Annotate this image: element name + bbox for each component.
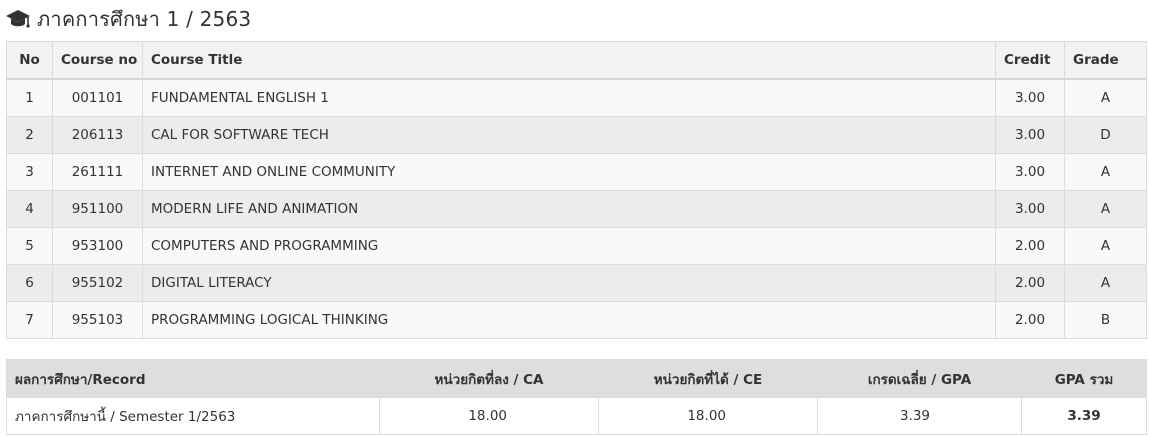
summary-gpa-total-value: 3.39 [1021,397,1147,435]
graduation-cap-icon [6,10,30,28]
column-header-course-no: Course no [52,41,143,80]
table-row: 5 953100 COMPUTERS AND PROGRAMMING 2.00 … [6,227,1147,265]
cell-course-no: 261111 [52,153,143,191]
summary-header-row: ผลการศึกษา/Record หน่วยกิตที่ลง / CA หน่… [6,359,1147,398]
summary-ca-value: 18.00 [379,397,599,435]
column-header-no: No [6,41,53,80]
cell-grade: B [1064,301,1147,339]
cell-grade: A [1064,264,1147,302]
table-row: 1 001101 FUNDAMENTAL ENGLISH 1 3.00 A [6,78,1147,117]
table-row: 3 261111 INTERNET AND ONLINE COMMUNITY 3… [6,153,1147,191]
table-row: 7 955103 PROGRAMMING LOGICAL THINKING 2.… [6,301,1147,339]
cell-credit: 2.00 [995,227,1065,265]
courses-table: No Course no Course Title Credit Grade 1… [6,41,1147,339]
cell-no: 7 [6,301,53,339]
semester-heading: ภาคการศึกษา 1 / 2563 [5,4,251,34]
cell-grade: D [1064,116,1147,154]
summary-header-ce: หน่วยกิตที่ได้ / CE [598,359,818,398]
cell-no: 5 [6,227,53,265]
summary-gpa-value: 3.39 [817,397,1022,435]
table-row: 6 955102 DIGITAL LITERACY 2.00 A [6,264,1147,302]
cell-course-title: INTERNET AND ONLINE COMMUNITY [142,153,996,191]
cell-grade: A [1064,227,1147,265]
cell-course-title: FUNDAMENTAL ENGLISH 1 [142,78,996,117]
cell-course-title: CAL FOR SOFTWARE TECH [142,116,996,154]
cell-course-title: MODERN LIFE AND ANIMATION [142,190,996,228]
cell-credit: 2.00 [995,301,1065,339]
cell-credit: 3.00 [995,116,1065,154]
cell-grade: A [1064,190,1147,228]
cell-course-no: 955102 [52,264,143,302]
cell-grade: A [1064,78,1147,117]
cell-course-no: 955103 [52,301,143,339]
summary-table: ผลการศึกษา/Record หน่วยกิตที่ลง / CA หน่… [6,359,1147,435]
summary-header-ca: หน่วยกิตที่ลง / CA [379,359,599,398]
summary-header-record: ผลการศึกษา/Record [6,359,380,398]
cell-grade: A [1064,153,1147,191]
cell-course-title: DIGITAL LITERACY [142,264,996,302]
cell-no: 4 [6,190,53,228]
cell-no: 1 [6,78,53,117]
cell-course-no: 206113 [52,116,143,154]
summary-semester-label: ภาคการศึกษานี้ / Semester 1/2563 [6,397,380,435]
cell-credit: 3.00 [995,190,1065,228]
cell-course-no: 951100 [52,190,143,228]
cell-course-no: 001101 [52,78,143,117]
column-header-credit: Credit [995,41,1065,80]
courses-header-row: No Course no Course Title Credit Grade [6,41,1147,80]
column-header-course-title: Course Title [142,41,996,80]
cell-course-title: PROGRAMMING LOGICAL THINKING [142,301,996,339]
cell-course-no: 953100 [52,227,143,265]
table-row: 2 206113 CAL FOR SOFTWARE TECH 3.00 D [6,116,1147,154]
summary-row: ภาคการศึกษานี้ / Semester 1/2563 18.00 1… [6,397,1147,435]
cell-course-title: COMPUTERS AND PROGRAMMING [142,227,996,265]
summary-header-gpa-total: GPA รวม [1021,359,1147,398]
column-header-grade: Grade [1064,41,1147,80]
summary-header-gpa: เกรดเฉลี่ย / GPA [817,359,1022,398]
table-row: 4 951100 MODERN LIFE AND ANIMATION 3.00 … [6,190,1147,228]
semester-title: ภาคการศึกษา 1 / 2563 [37,7,252,31]
cell-credit: 3.00 [995,78,1065,117]
cell-no: 6 [6,264,53,302]
summary-ce-value: 18.00 [598,397,818,435]
cell-credit: 2.00 [995,264,1065,302]
cell-no: 2 [6,116,53,154]
cell-no: 3 [6,153,53,191]
cell-credit: 3.00 [995,153,1065,191]
